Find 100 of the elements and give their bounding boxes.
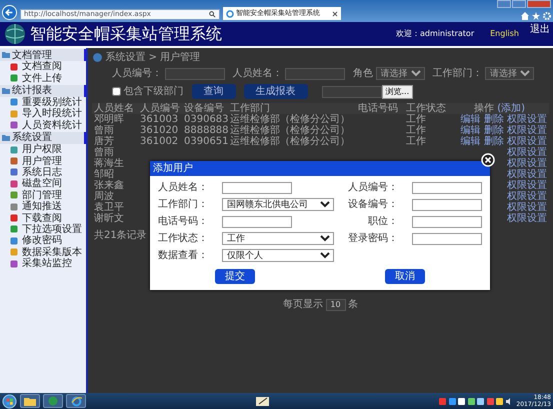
checkbox[interactable] <box>112 87 121 96</box>
tile-icon <box>10 168 18 176</box>
table-cell-text: 0390651 <box>183 136 228 147</box>
folder-icon[interactable] <box>20 394 40 408</box>
menu-item[interactable]: 数据采集版本 <box>0 246 86 258</box>
tile-icon <box>10 191 18 200</box>
text-field[interactable] <box>412 232 482 244</box>
field-label: 工作部门： <box>432 66 482 81</box>
menu-item[interactable]: 导入时段统计 <box>0 108 86 120</box>
menu-section[interactable]: 文档管理 <box>0 49 86 61</box>
page-size-field[interactable]: 10 <box>326 298 346 310</box>
menu-item[interactable]: 采集站监控 <box>0 258 86 270</box>
browse-button[interactable]: 浏览... <box>382 84 414 98</box>
column-header: 人员编号 <box>138 103 182 114</box>
menu-section[interactable]: 系统设置 <box>0 132 86 144</box>
menu-item[interactable]: 文档查阅 <box>0 61 86 72</box>
star-icon[interactable] <box>532 12 540 20</box>
dropdown[interactable]: 仅限个人 <box>222 249 334 262</box>
record-count: 共21条记录 <box>93 228 147 243</box>
text-field[interactable] <box>412 216 482 228</box>
field-label: 登录密码： <box>348 232 398 246</box>
column-header: 人员姓名 <box>92 103 138 114</box>
menu-item[interactable]: 系统日志 <box>0 166 86 178</box>
tile-icon <box>10 202 18 211</box>
breadcrumb: 系统设置 > 用户管理 <box>106 50 200 64</box>
tile-icon <box>10 180 18 188</box>
table-cell-text: 工作 <box>405 125 427 136</box>
page-size-unit: 条 <box>348 298 358 312</box>
dialog-button[interactable]: 提交 <box>215 269 255 284</box>
text-field[interactable] <box>412 182 482 194</box>
app-title: 智能安全帽采集站管理系统 <box>30 23 222 45</box>
logout-link[interactable]: 退出 <box>530 22 550 37</box>
pen-icon[interactable] <box>256 396 270 406</box>
menu-item[interactable]: 下拉选项设置 <box>0 224 86 236</box>
menu-item[interactable]: 通知推送 <box>0 200 86 212</box>
text-field[interactable] <box>222 182 292 194</box>
menu-item[interactable]: 用户管理 <box>0 155 86 167</box>
action-link[interactable]: 权限设置 <box>507 125 547 136</box>
action-link[interactable]: 编辑 <box>460 114 481 125</box>
text-field[interactable] <box>164 68 224 80</box>
menu-item[interactable]: 下载查阅 <box>0 212 86 224</box>
action-link[interactable]: 删除 <box>484 114 504 125</box>
menu-section[interactable]: 统计报表 <box>0 84 86 97</box>
tile-icon <box>10 110 18 118</box>
dropdown[interactable]: 请选择 <box>485 67 534 80</box>
menu-item[interactable]: 用户权限 <box>0 144 86 156</box>
minimize-button[interactable] <box>497 0 511 8</box>
action-link[interactable]: 编辑 <box>460 136 481 147</box>
tile-icon <box>10 248 18 256</box>
menu-item[interactable]: 磁盘空间 <box>0 178 86 190</box>
field-label: 设备编号： <box>348 198 398 212</box>
action-button[interactable]: 生成报表 <box>244 84 308 99</box>
action-link[interactable]: 权限设置 <box>507 180 547 191</box>
menu-item[interactable]: 重要级别统计 <box>0 96 86 108</box>
menu-item[interactable]: 部门管理 <box>0 190 86 201</box>
maximize-button[interactable] <box>512 0 526 8</box>
action-link[interactable]: 权限设置 <box>507 213 547 224</box>
field-label: 人员姓名： <box>158 181 208 195</box>
action-link[interactable]: 权限设置 <box>507 114 547 125</box>
browser-logo-icon <box>226 10 234 18</box>
dropdown[interactable]: 请选择 <box>376 67 424 80</box>
text-field[interactable] <box>222 216 292 228</box>
field-label: 工作部门： <box>158 198 208 212</box>
table-cell-text: 8888888 <box>183 125 228 136</box>
action-link[interactable]: 权限设置 <box>507 191 547 202</box>
menu-item[interactable]: 修改密码 <box>0 235 86 246</box>
globe-app-icon[interactable] <box>43 394 63 408</box>
text-field[interactable] <box>412 198 482 210</box>
back-icon[interactable] <box>2 5 17 20</box>
action-link[interactable]: 删除 <box>484 136 504 147</box>
action-link[interactable]: 权限设置 <box>507 158 547 169</box>
action-link[interactable]: 编辑 <box>460 125 481 136</box>
tile-icon <box>10 236 18 245</box>
tile-icon <box>10 225 18 234</box>
start-icon[interactable] <box>2 394 17 408</box>
menu-item[interactable]: 文件上传 <box>0 72 86 84</box>
close-button[interactable] <box>527 0 551 8</box>
action-link[interactable]: 权限设置 <box>507 169 547 180</box>
field-label: 人员姓名： <box>232 67 282 81</box>
action-link[interactable]: 权限设置 <box>507 147 547 158</box>
dialog-button[interactable]: 取消 <box>385 269 425 284</box>
tile-icon <box>10 146 18 154</box>
action-button[interactable]: 查询 <box>192 84 236 99</box>
tile-icon <box>10 74 18 82</box>
add-link[interactable]: (添加) <box>497 103 525 114</box>
search-icon[interactable] <box>209 11 216 18</box>
action-link[interactable]: 删除 <box>484 125 504 136</box>
close-icon[interactable] <box>332 10 338 16</box>
menu-item[interactable]: 人员资料统计 <box>0 120 86 131</box>
field-label: 职位： <box>367 215 398 229</box>
dropdown[interactable]: 国网赣东北供电公司 <box>222 198 334 211</box>
settings-icon[interactable] <box>543 12 551 20</box>
dropdown[interactable]: 工作 <box>222 232 334 245</box>
home-icon[interactable] <box>521 12 529 20</box>
action-link[interactable]: 权限设置 <box>507 202 547 213</box>
text-field[interactable] <box>285 68 345 80</box>
browser-icon[interactable] <box>66 394 86 408</box>
language-link[interactable]: English <box>490 28 519 40</box>
action-link[interactable]: 权限设置 <box>507 136 547 147</box>
file-field[interactable] <box>322 86 382 98</box>
